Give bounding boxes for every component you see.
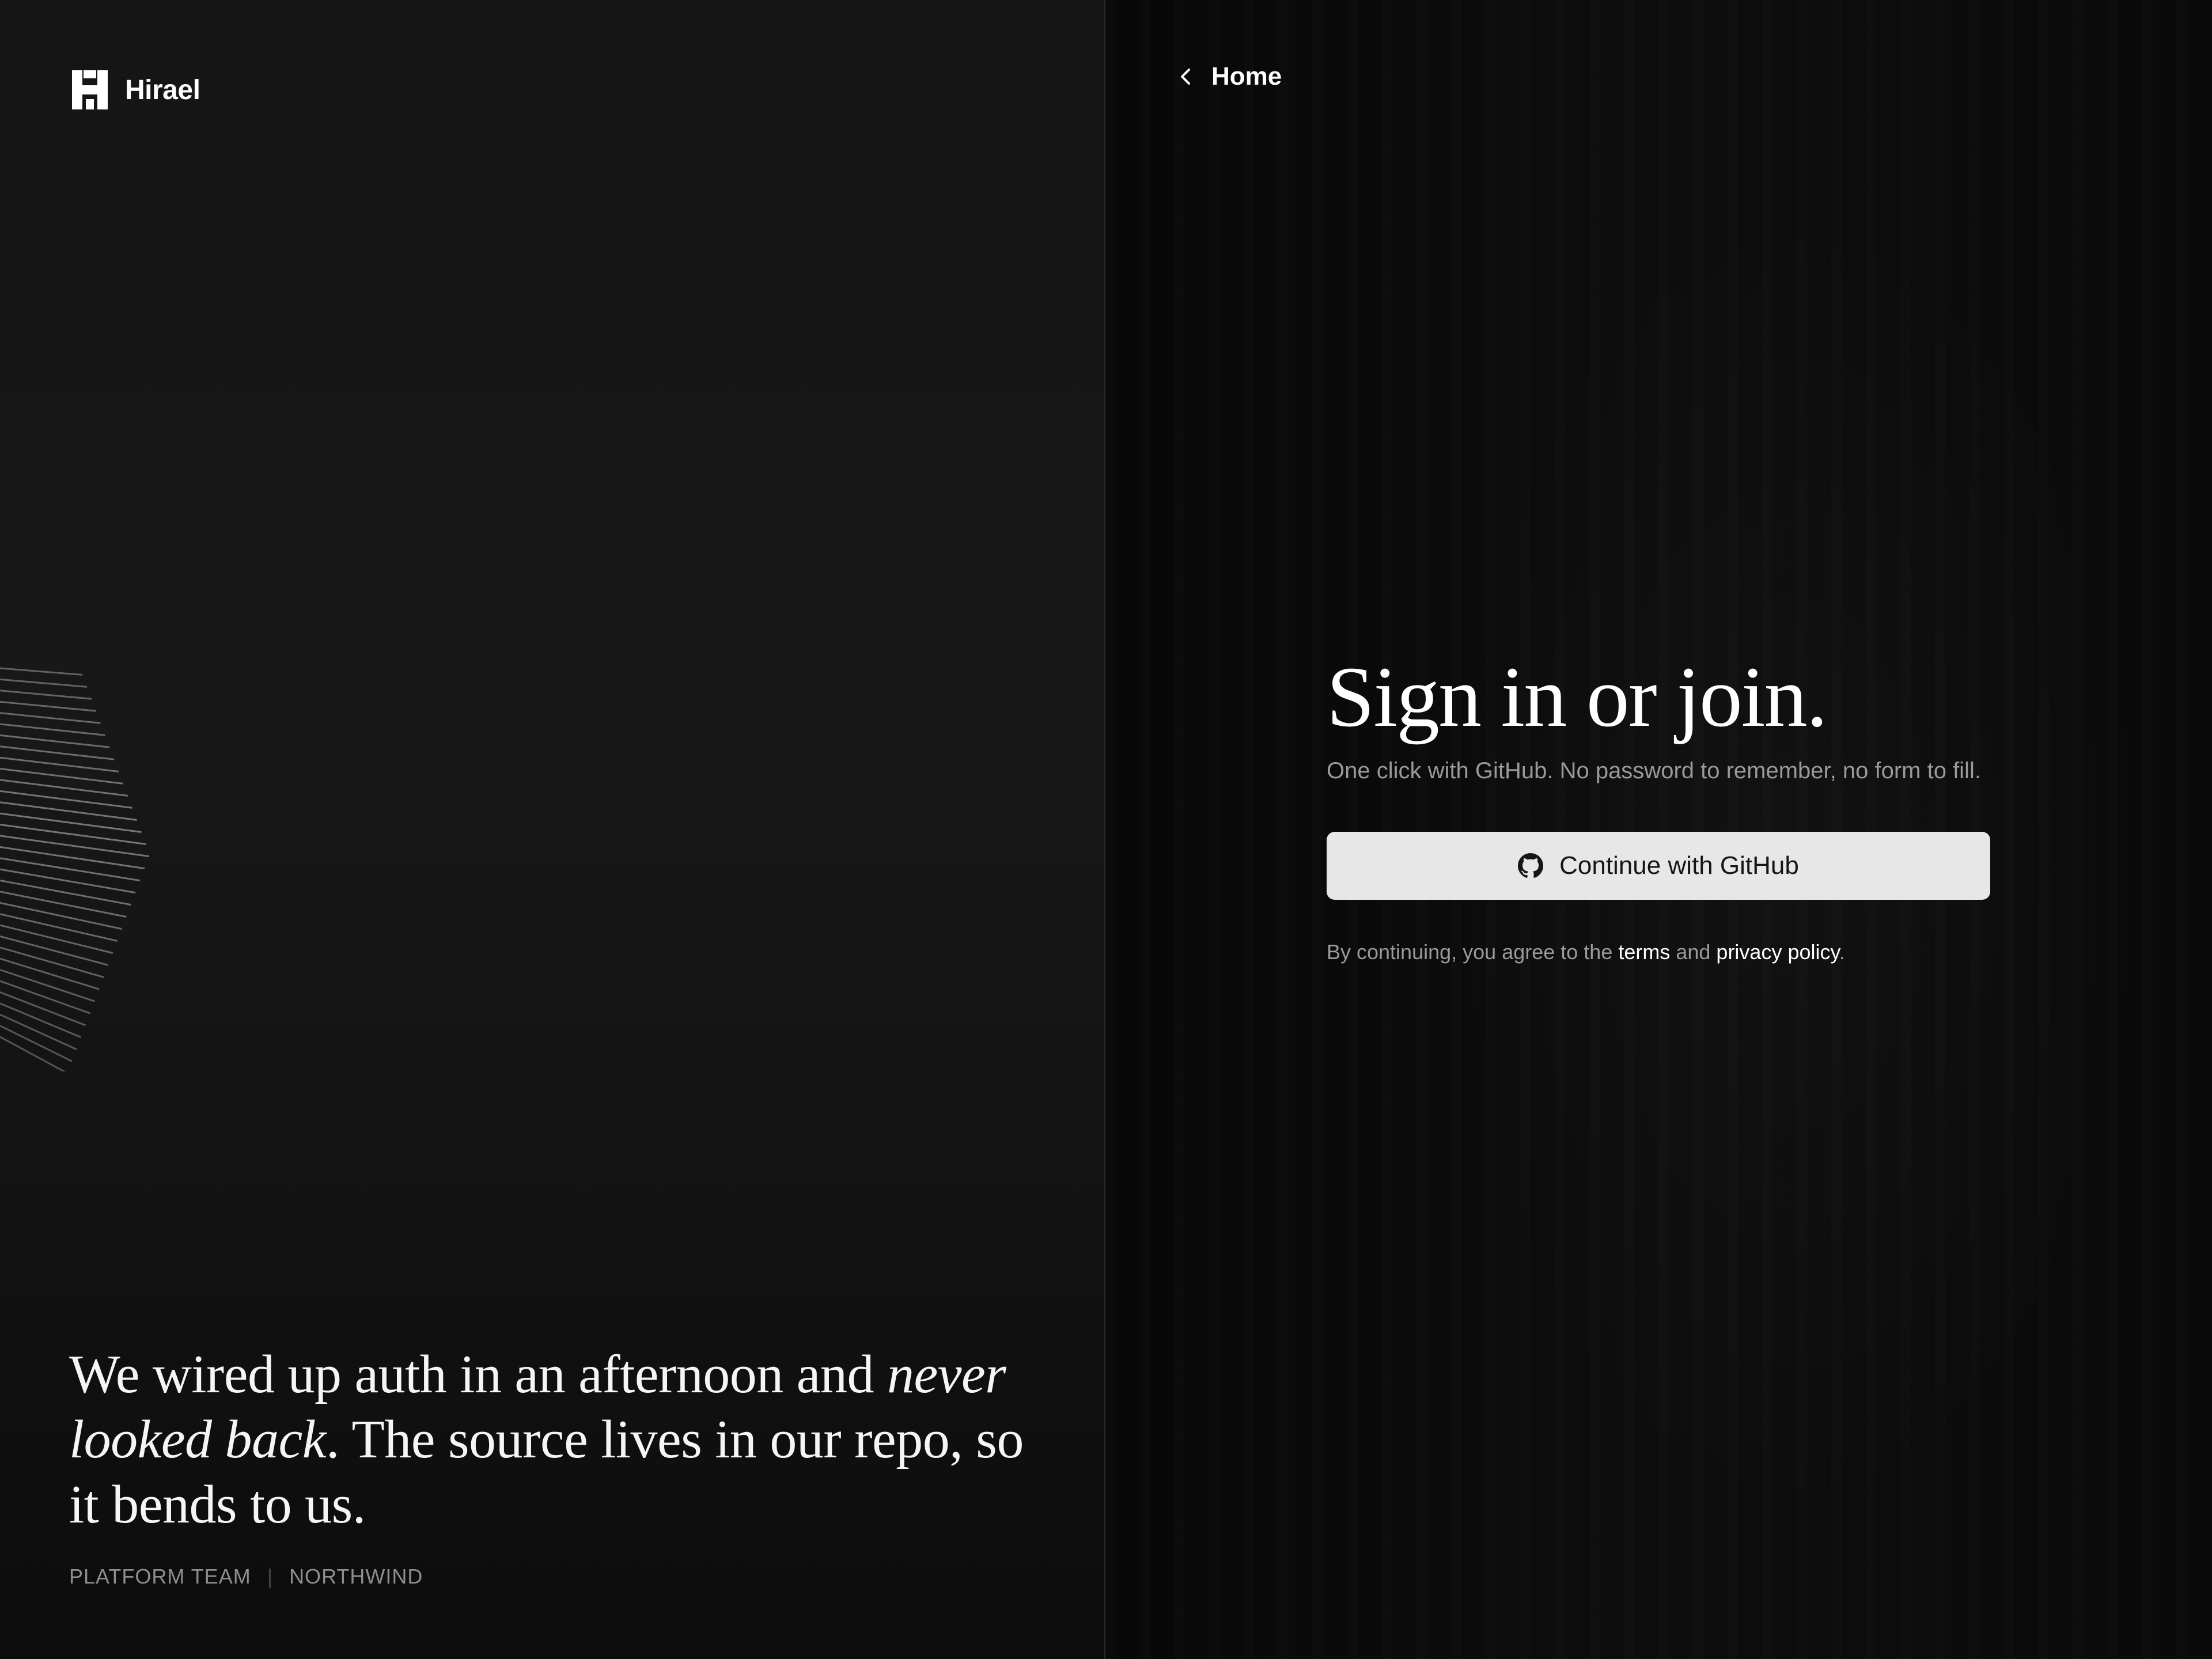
decorative-line [0, 712, 101, 724]
decorative-line [0, 924, 113, 954]
legal-prefix: By continuing, you agree to the [1327, 940, 1619, 964]
hirael-logo-icon [72, 70, 108, 109]
chevron-left-icon [1175, 65, 1198, 88]
legal-notice: By continuing, you agree to the terms an… [1327, 940, 1995, 964]
page-title: Sign in or join. [1327, 649, 1828, 745]
decorative-line [0, 824, 146, 845]
privacy-policy-link[interactable]: privacy policy [1716, 940, 1839, 964]
decorative-lines-graphic [0, 667, 150, 1071]
quote-text-start: We wired up auth in an afternoon and [69, 1344, 888, 1404]
testimonial-panel: Hirael We wired up auth in an afternoon … [0, 0, 1105, 1659]
decorative-line [0, 756, 119, 772]
testimonial-quote: We wired up auth in an afternoon and nev… [69, 1342, 1037, 1537]
github-button-label: Continue with GitHub [1559, 851, 1799, 880]
decorative-line [0, 846, 145, 870]
brand[interactable]: Hirael [72, 70, 200, 109]
decorative-line [0, 723, 105, 736]
decorative-line [0, 812, 142, 833]
attribution-separator: | [267, 1565, 274, 1588]
continue-with-github-button[interactable]: Continue with GitHub [1327, 832, 1990, 900]
github-icon [1518, 853, 1559, 878]
decorative-line [0, 868, 136, 894]
decorative-line [0, 700, 96, 712]
decorative-line [0, 857, 141, 882]
decorative-line [0, 678, 88, 688]
sign-in-page: Hirael We wired up auth in an afternoon … [0, 0, 2212, 1659]
decorative-line [0, 902, 122, 930]
home-link-label: Home [1211, 62, 1282, 90]
decorative-line [0, 801, 137, 821]
legal-and: and [1670, 940, 1717, 964]
decorative-line [0, 891, 127, 918]
decorative-line [0, 690, 92, 700]
legal-suffix: . [1839, 940, 1845, 964]
home-link[interactable]: Home [1175, 62, 1282, 91]
terms-link[interactable]: terms [1618, 940, 1670, 964]
testimonial-attribution: PLATFORM TEAM | NORTHWIND [69, 1565, 423, 1589]
auth-card: Sign in or join. One click with GitHub. … [1327, 645, 1995, 964]
decorative-line [0, 667, 83, 676]
auth-subtitle: One click with GitHub. No password to re… [1327, 758, 1981, 783]
decorative-line [0, 913, 118, 942]
decorative-line [0, 880, 131, 906]
attribution-team: PLATFORM TEAM [69, 1565, 251, 1588]
decorative-line [0, 935, 109, 966]
brand-name: Hirael [125, 74, 200, 105]
decorative-line [0, 835, 150, 857]
attribution-company: NORTHWIND [289, 1565, 423, 1588]
decorative-line [0, 946, 104, 978]
decorative-line [0, 745, 115, 760]
decorative-line [0, 734, 110, 748]
auth-panel: Home Sign in or join. One click with Git… [1105, 0, 2212, 1659]
